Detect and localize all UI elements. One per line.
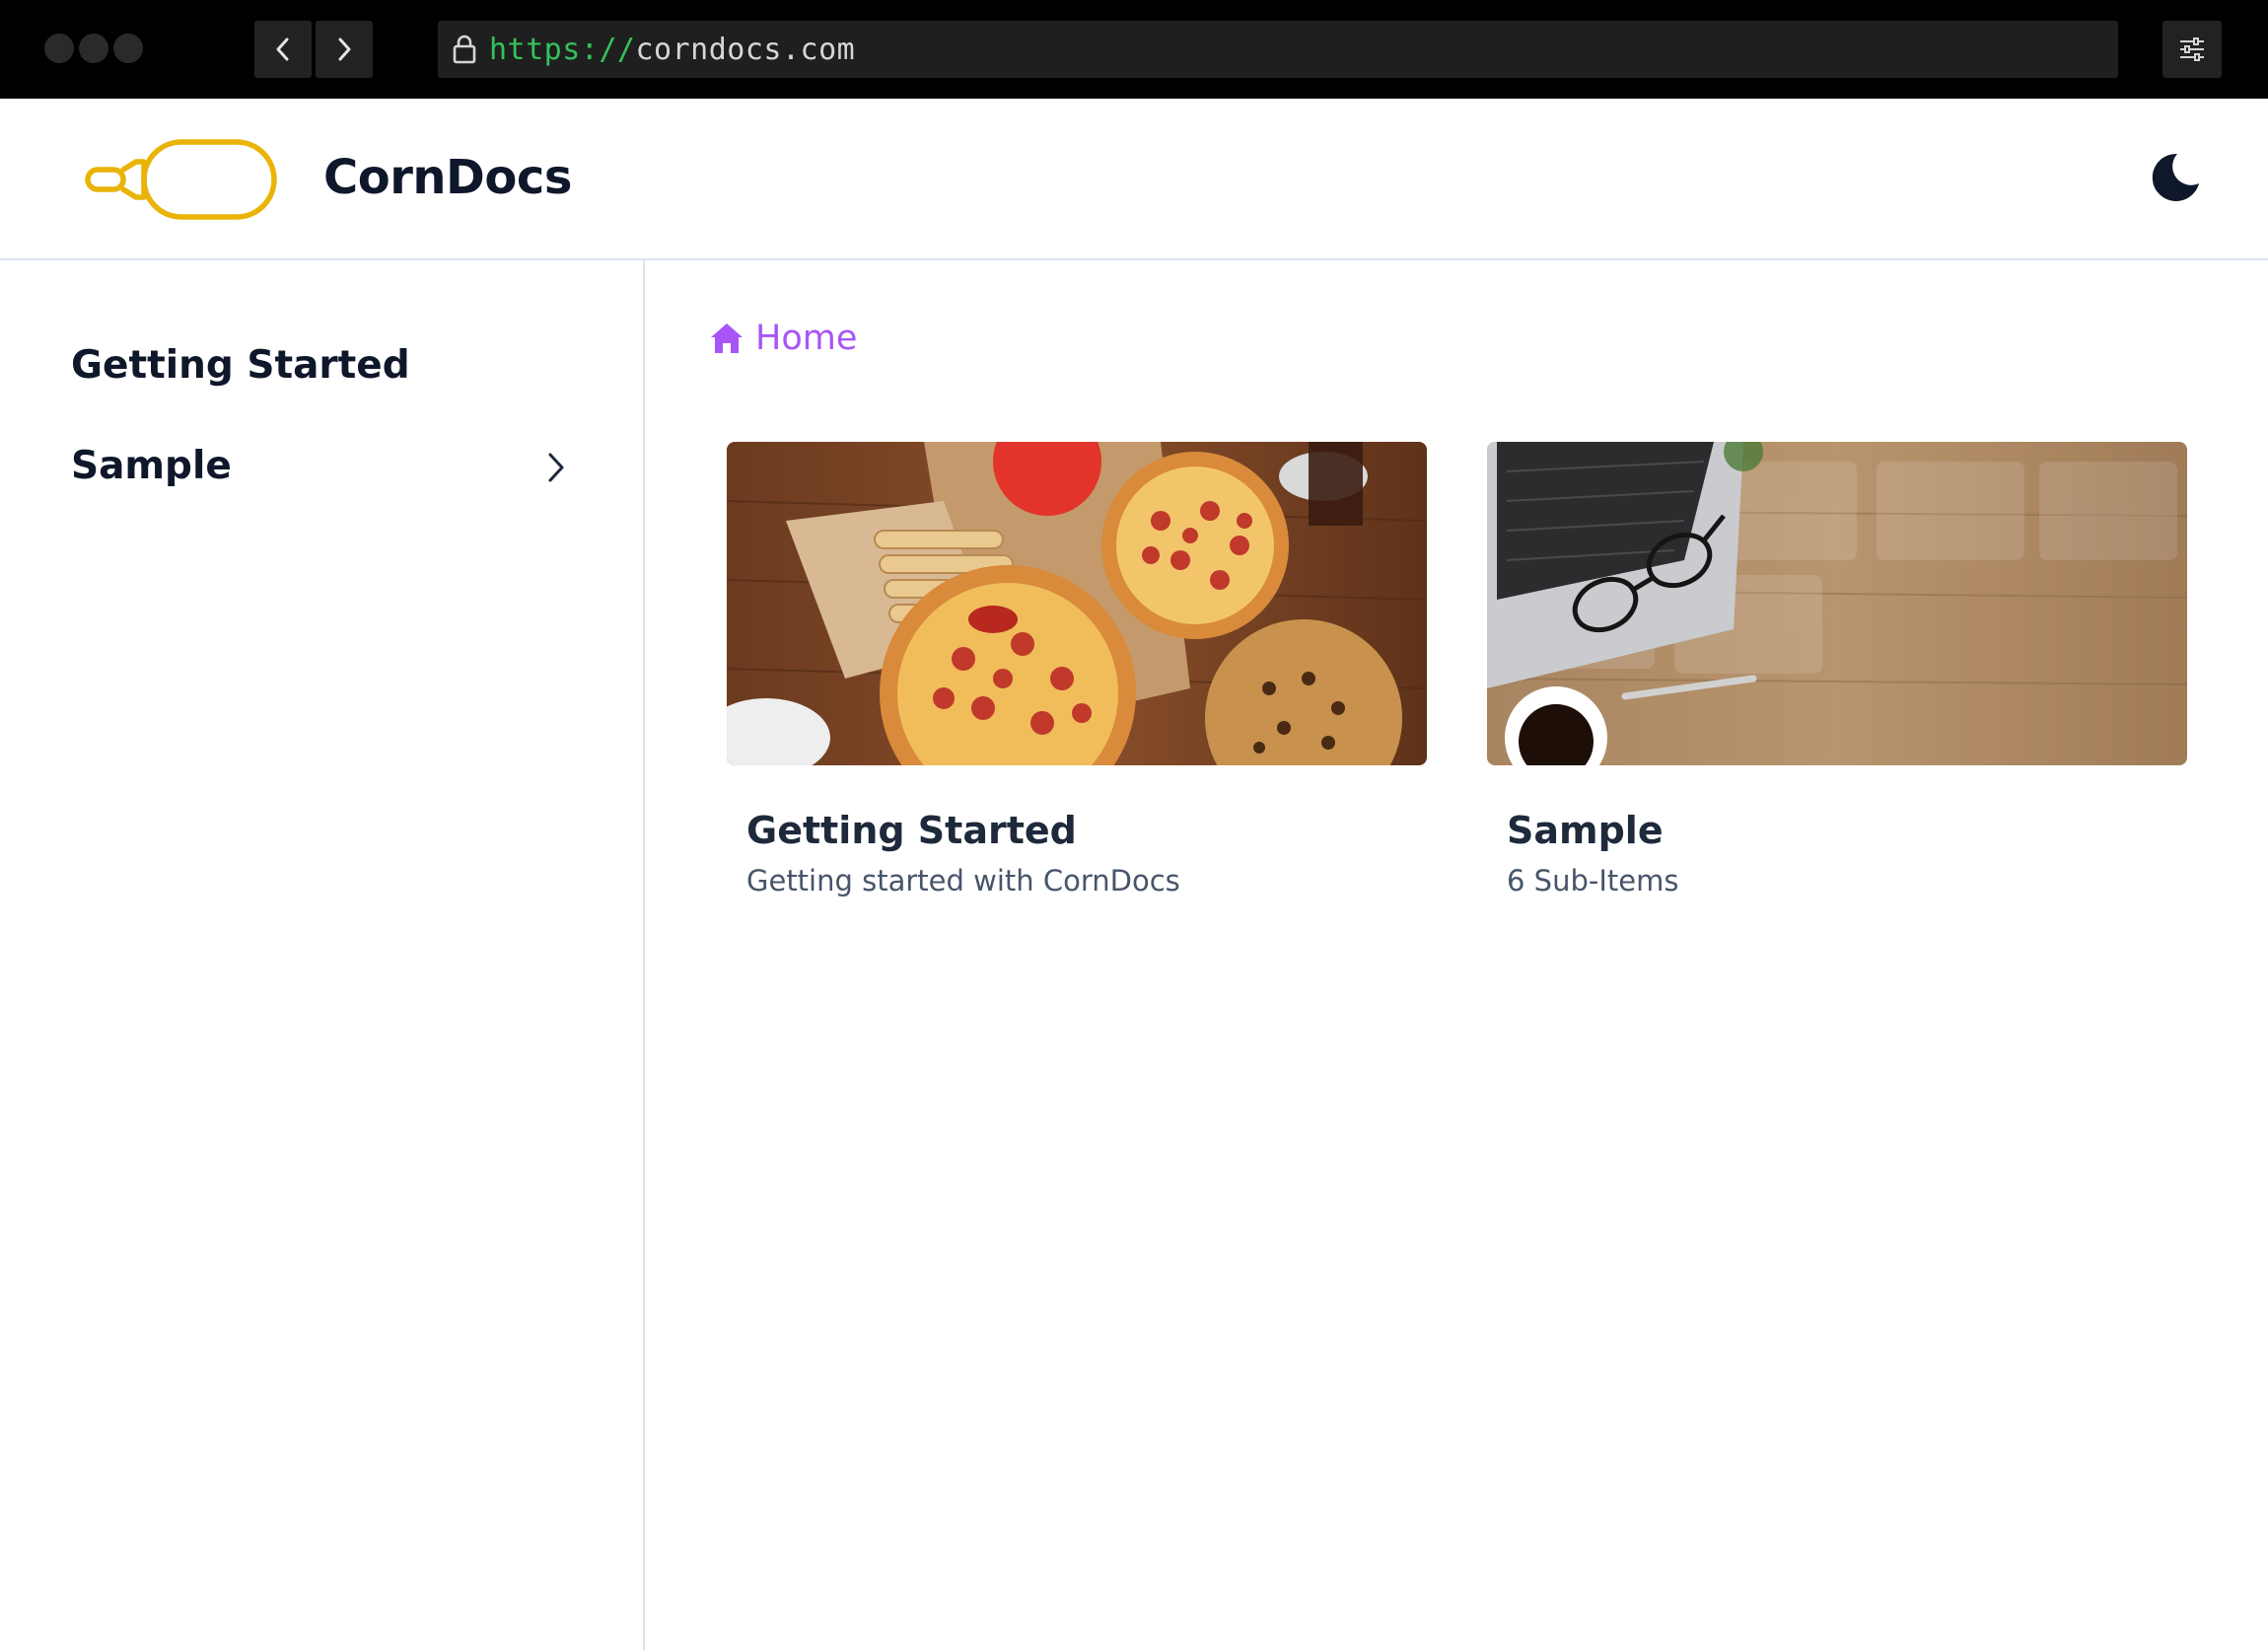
card-title[interactable]: Getting Started: [746, 809, 1427, 852]
window-close-dot[interactable]: [44, 34, 74, 63]
card-getting-started[interactable]: Getting Started Getting started with Cor…: [727, 442, 1427, 897]
address-bar[interactable]: https://corndocs.com: [438, 21, 2118, 78]
card-image-desk[interactable]: [1487, 442, 2187, 765]
card-title[interactable]: Sample: [1507, 809, 2187, 852]
sidebar-item-sample[interactable]: Sample: [71, 444, 232, 488]
card-image-pizza[interactable]: [727, 442, 1427, 765]
chevron-right-icon[interactable]: [540, 447, 570, 488]
site-brand[interactable]: CornDocs: [323, 150, 572, 205]
url-host: corndocs.com: [635, 32, 856, 67]
window-maximize-dot[interactable]: [113, 34, 143, 63]
breadcrumb: Home: [710, 319, 857, 358]
browser-chrome: https://corndocs.com: [0, 0, 2268, 99]
lock-icon: [453, 35, 476, 64]
home-icon: [711, 323, 743, 353]
url-scheme: https://: [489, 32, 636, 67]
corn-logo-icon[interactable]: [85, 138, 278, 221]
card-sample[interactable]: Sample 6 Sub-Items: [1487, 442, 2187, 897]
card-subtitle: Getting started with CornDocs: [746, 864, 1180, 897]
chevron-right-icon: [338, 37, 351, 61]
sliders-icon: [2180, 37, 2204, 61]
moon-icon[interactable]: [2148, 150, 2203, 205]
back-button[interactable]: [254, 21, 312, 78]
desk-image: [1487, 442, 2187, 765]
site-header: CornDocs: [0, 99, 2268, 260]
forward-button[interactable]: [316, 21, 373, 78]
sidebar-item-getting-started[interactable]: Getting Started: [71, 343, 410, 388]
browser-settings-button[interactable]: [2162, 21, 2222, 78]
pizza-image: [727, 442, 1427, 765]
chevron-left-icon: [276, 37, 289, 61]
window-minimize-dot[interactable]: [79, 34, 108, 63]
card-subtitle: 6 Sub-Items: [1507, 864, 1679, 897]
breadcrumb-home-link[interactable]: Home: [755, 319, 857, 358]
url-text: https://corndocs.com: [489, 33, 855, 67]
